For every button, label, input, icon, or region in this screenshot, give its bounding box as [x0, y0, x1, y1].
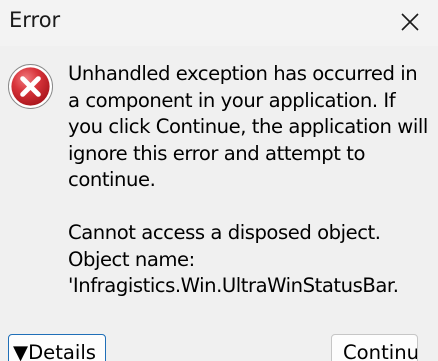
continue-button[interactable]: Continue: [331, 334, 418, 361]
error-dialog: Error Unhandled exception has occurred i…: [0, 0, 438, 361]
title-bar: Error: [0, 0, 438, 46]
close-button[interactable]: [382, 0, 438, 44]
error-message: Unhandled exception has occurred in a co…: [68, 62, 428, 297]
details-button-label: ▼Details: [13, 341, 96, 361]
details-button[interactable]: ▼Details: [8, 334, 106, 361]
window-title: Error: [9, 8, 61, 32]
close-icon: [401, 13, 419, 31]
error-icon: [7, 63, 54, 110]
continue-button-label: Continue: [343, 341, 418, 361]
